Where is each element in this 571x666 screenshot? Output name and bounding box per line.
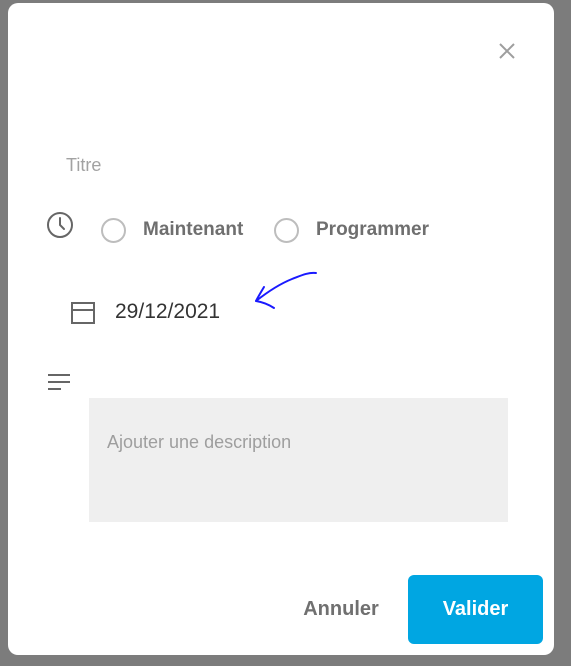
submit-button[interactable]: Valider bbox=[408, 575, 543, 644]
radio-schedule-circle[interactable] bbox=[274, 217, 299, 243]
radio-now-circle[interactable] bbox=[101, 217, 126, 243]
notes-lines-icon bbox=[48, 374, 70, 390]
calendar-icon bbox=[71, 302, 95, 324]
date-value[interactable]: 29/12/2021 bbox=[115, 300, 220, 324]
close-icon[interactable] bbox=[495, 39, 519, 63]
radio-schedule-label: Programmer bbox=[316, 219, 429, 240]
title-input[interactable] bbox=[66, 153, 506, 177]
cancel-button[interactable]: Annuler bbox=[286, 591, 396, 627]
radio-now-label: Maintenant bbox=[143, 219, 244, 240]
radio-now[interactable]: Maintenant bbox=[101, 214, 243, 246]
annotation-arrow-icon bbox=[255, 271, 317, 309]
description-input[interactable] bbox=[89, 398, 508, 522]
clock-icon bbox=[47, 212, 73, 238]
event-dialog: Maintenant Programmer 29/12/2021 Annuler… bbox=[8, 3, 554, 655]
radio-schedule[interactable]: Programmer bbox=[274, 214, 429, 246]
